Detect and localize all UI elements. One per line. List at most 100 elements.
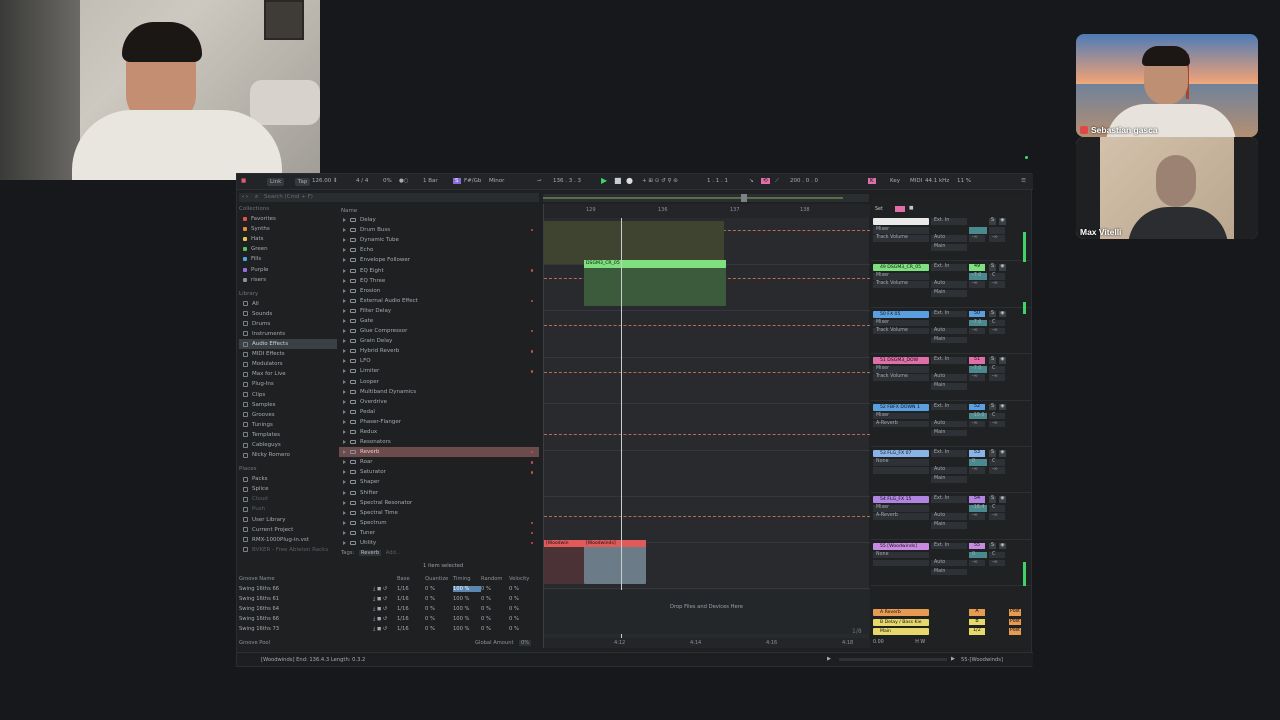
overdub-icons[interactable]: + ⊞ ⊙ ↺ ⚲ ⊚ xyxy=(642,178,678,184)
mixer-track[interactable]: 52 FBFX DOWN 1 Mixer A-Reverb Ext. In Auto Ma… xyxy=(871,401,1031,447)
groove-base[interactable]: 1/16 xyxy=(397,606,425,612)
search-input[interactable]: Search (Cmd + F) xyxy=(264,194,313,200)
stop-button[interactable]: ■ xyxy=(614,176,622,185)
punch-icon[interactable]: ⟋ xyxy=(775,178,779,185)
send-b-field[interactable]: -∞ xyxy=(989,467,1005,474)
post-button[interactable]: Post xyxy=(1009,609,1021,616)
place-item[interactable]: User Library xyxy=(239,515,337,525)
track-name[interactable]: 51 DSGM3_DOW xyxy=(873,357,929,365)
expand-icon[interactable] xyxy=(343,409,346,414)
place-item[interactable]: Push xyxy=(239,504,337,514)
audio-clip-woodwinds-2[interactable]: [Woodwinds] xyxy=(584,540,646,584)
groove-velocity[interactable]: 0 % xyxy=(509,586,537,592)
place-item[interactable]: Cloud xyxy=(239,494,337,504)
track-output-select[interactable]: Main xyxy=(931,522,967,529)
mixer-track[interactable]: 51 DSGM3_DOW Mixer Track Volume Ext. In Auto… xyxy=(871,354,1031,401)
track-param-select[interactable]: Track Volume xyxy=(873,281,929,288)
mixer-track[interactable]: Mixer Track Volume Ext. In Auto Main S ◉ -∞ -∞ xyxy=(871,215,1031,262)
track-param-select[interactable]: Track Volume xyxy=(873,235,929,242)
library-item[interactable]: Drums xyxy=(239,319,337,329)
global-amount-value[interactable]: 0% xyxy=(519,640,532,646)
expand-icon[interactable] xyxy=(343,541,346,546)
browser-item[interactable]: Dynamic Tube xyxy=(339,235,539,245)
groove-row[interactable]: Swing 16ths 61 ⤓ ◼ ↺ 1/16 0 % 100 % 0 % 0 % xyxy=(239,594,537,604)
follow-icon[interactable]: ●○ xyxy=(399,178,409,184)
browser-item[interactable]: Filter Delay xyxy=(339,306,539,316)
pan-field[interactable]: C xyxy=(989,505,1005,512)
track-input-select[interactable]: Ext. In xyxy=(931,218,967,225)
expand-icon[interactable] xyxy=(343,490,346,495)
browser-item[interactable]: Overdrive xyxy=(339,397,539,407)
ext-sync-button[interactable]: ■ xyxy=(241,178,246,184)
expand-icon[interactable] xyxy=(343,339,346,344)
mixer-track[interactable]: 49 DSGM3_CR_05 Mixer Track Volume Ext. In Au… xyxy=(871,261,1031,308)
grid-zoom-label[interactable]: 1/8 xyxy=(852,628,862,635)
audio-clip-woodwinds-1[interactable]: [Woodwin xyxy=(544,540,584,584)
post-button[interactable]: Post xyxy=(1009,618,1021,626)
groove-timing[interactable]: 100 % xyxy=(453,606,481,612)
automation-line[interactable] xyxy=(544,372,870,373)
volume-field[interactable]: -7.0 xyxy=(969,366,987,373)
expand-icon[interactable] xyxy=(343,318,346,323)
auto-button[interactable]: Auto xyxy=(931,420,967,428)
track-output-select[interactable]: Main xyxy=(931,336,967,344)
track-device-select[interactable]: Mixer xyxy=(873,273,929,280)
groove-velocity[interactable]: 0 % xyxy=(509,606,537,612)
collection-item[interactable]: Green xyxy=(239,244,337,254)
browser-item[interactable]: Delay xyxy=(339,215,539,225)
io-toggle-icon[interactable]: ■ xyxy=(909,206,914,211)
groove-timing[interactable]: 100 % xyxy=(453,586,481,593)
volume-field[interactable]: 0 xyxy=(969,459,987,466)
library-item[interactable]: Instruments xyxy=(239,329,337,339)
expand-icon[interactable] xyxy=(343,329,346,334)
expand-icon[interactable] xyxy=(343,308,346,313)
groove-base[interactable]: 1/16 xyxy=(397,586,425,592)
solo-button[interactable]: S xyxy=(989,450,996,457)
groove-velocity[interactable]: 0 % xyxy=(509,616,537,622)
expand-icon[interactable] xyxy=(343,238,346,243)
track-number[interactable]: 52 xyxy=(969,403,985,411)
name-column-header[interactable]: Name xyxy=(341,208,357,214)
track-param-select[interactable]: Track Volume xyxy=(873,327,929,335)
track-output-select[interactable]: Main xyxy=(931,290,967,297)
track-number[interactable]: 50 xyxy=(969,310,985,318)
pan-field[interactable]: C xyxy=(989,273,1005,280)
browser-item[interactable]: Spectral Resonator xyxy=(339,498,539,508)
groove-quantize[interactable]: 0 % xyxy=(425,616,453,622)
groove-base[interactable]: 1/16 xyxy=(397,616,425,622)
overview-handle[interactable] xyxy=(741,194,747,202)
browser-item[interactable]: Grain Delay xyxy=(339,336,539,346)
send-a-field[interactable]: -∞ xyxy=(969,559,985,567)
cue-buttons[interactable]: H W xyxy=(915,640,925,645)
library-item[interactable]: Max for Live xyxy=(239,369,337,379)
send-b-field[interactable]: -∞ xyxy=(989,327,1005,335)
expand-icon[interactable] xyxy=(343,399,346,404)
return-track-name[interactable]: B Delay / Bass Kie xyxy=(873,618,929,626)
browser-item[interactable]: Shifter xyxy=(339,488,539,498)
browser-item[interactable]: Looper xyxy=(339,377,539,387)
record-button[interactable]: ● xyxy=(626,176,633,185)
scale-mode-select[interactable]: Minor xyxy=(489,178,504,184)
send-a-field[interactable]: -∞ xyxy=(969,327,985,335)
library-item[interactable]: Tunings xyxy=(239,420,337,430)
send-b-field[interactable]: -∞ xyxy=(989,420,1005,428)
browser-item[interactable]: Gate xyxy=(339,316,539,326)
pan-field[interactable]: C xyxy=(989,412,1005,420)
audio-clip-dsgm[interactable]: DSGM3_CR_05 xyxy=(584,260,726,306)
auto-button[interactable]: Auto xyxy=(931,281,967,288)
arrangement-view[interactable]: 129 136 137 138 DSGM3_CR_05 [Woodwin [Wo… xyxy=(543,204,870,648)
library-item[interactable]: Modulators xyxy=(239,359,337,369)
track-device-select[interactable]: None xyxy=(873,459,929,466)
groove-velocity[interactable]: 0 % xyxy=(509,626,537,632)
return-track-number[interactable]: A xyxy=(969,609,985,616)
track-device-select[interactable]: None xyxy=(873,551,929,559)
place-item[interactable]: BVKER - Free Ableton Racks xyxy=(239,545,337,555)
track-device-select[interactable]: Mixer xyxy=(873,227,929,234)
automation-line[interactable] xyxy=(544,325,870,326)
groove-random[interactable]: 0 % xyxy=(481,626,509,632)
arm-button[interactable]: ◉ xyxy=(999,264,1006,271)
track-name[interactable]: 52 FBFX DOWN 1 xyxy=(873,403,929,411)
play-small-icon[interactable]: ▶ xyxy=(827,656,831,662)
library-item[interactable]: Plug-Ins xyxy=(239,379,337,389)
track-input-select[interactable]: Ext. In xyxy=(931,403,967,411)
